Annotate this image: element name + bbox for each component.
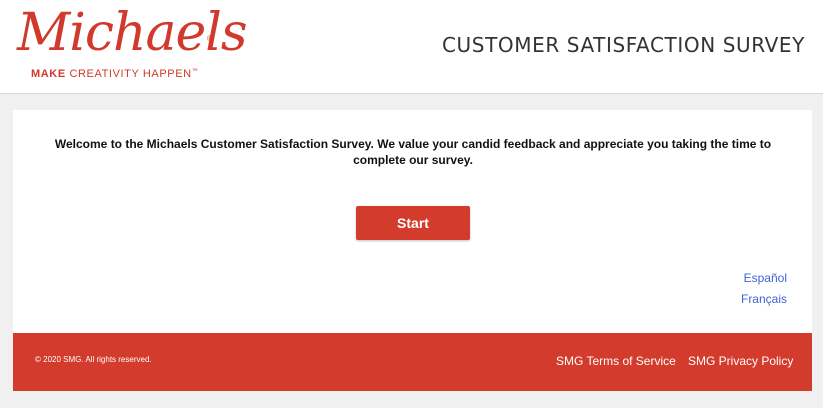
- site-footer: © 2020 SMG. All rights reserved. SMG Ter…: [13, 333, 812, 391]
- logo-tagline: MAKE CREATIVITY HAPPEN™: [31, 68, 198, 80]
- privacy-policy-link[interactable]: SMG Privacy Policy: [688, 354, 793, 368]
- survey-card: Welcome to the Michaels Customer Satisfa…: [13, 110, 812, 333]
- tagline-tm: ™: [191, 68, 199, 75]
- start-button[interactable]: Start: [356, 206, 470, 240]
- logo-registered-mark: ®: [207, 34, 213, 43]
- page-title: CUSTOMER SATISFACTION SURVEY: [441, 33, 805, 57]
- michaels-logo[interactable]: Michaels ® MAKE CREATIVITY HAPPEN™: [17, 3, 248, 84]
- language-link-spanish[interactable]: Español: [744, 271, 787, 285]
- welcome-message: Welcome to the Michaels Customer Satisfa…: [54, 137, 772, 167]
- site-header: Michaels ® MAKE CREATIVITY HAPPEN™ CUSTO…: [0, 0, 823, 94]
- copyright-text: © 2020 SMG. All rights reserved.: [35, 355, 152, 364]
- tagline-rest: CREATIVITY HAPPEN: [65, 68, 192, 80]
- language-link-french[interactable]: Français: [741, 292, 787, 306]
- tagline-bold: MAKE: [31, 68, 66, 80]
- terms-of-service-link[interactable]: SMG Terms of Service: [556, 354, 676, 368]
